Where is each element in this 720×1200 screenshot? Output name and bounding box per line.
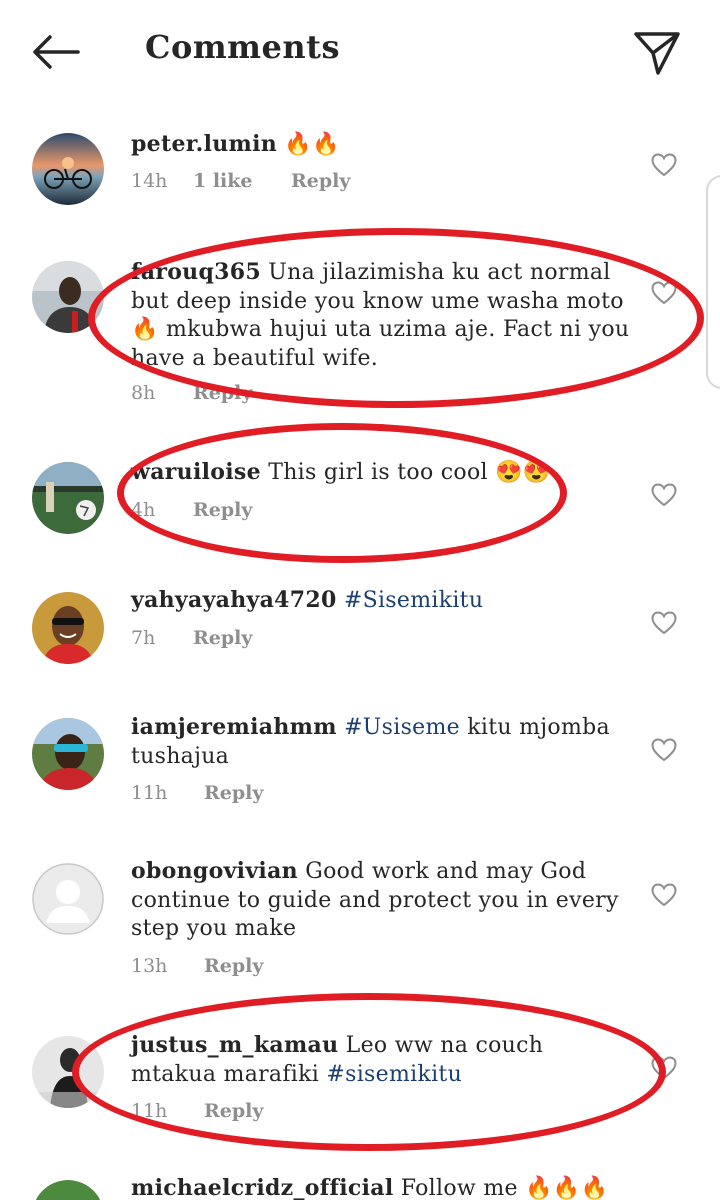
comment-item: farouq365 Una jilazimisha ku act normal …	[0, 258, 720, 408]
reply-button[interactable]: Reply	[204, 955, 263, 977]
reply-button[interactable]: Reply	[193, 382, 252, 404]
reply-button[interactable]: Reply	[193, 627, 252, 649]
comment-text: iamjeremiahmm #Usiseme kitu mjomba tusha…	[131, 714, 610, 769]
hashtag-link[interactable]: #Usiseme	[337, 715, 460, 740]
heart-icon	[651, 153, 677, 177]
comment-text: justus_m_kamau Leo ww na couch mtakua ma…	[131, 1032, 544, 1087]
avatar[interactable]	[32, 261, 104, 333]
avatar[interactable]	[32, 592, 104, 664]
avatar[interactable]	[32, 1180, 104, 1200]
comment-item: justus_m_kamau Leo ww na couch mtakua ma…	[0, 1031, 720, 1131]
like-button[interactable]	[648, 1053, 680, 1083]
comment-time: 11h	[131, 782, 168, 804]
comment-text: farouq365 Una jilazimisha ku act normal …	[131, 259, 630, 371]
comment-meta: 13h Reply	[131, 955, 263, 977]
comment-item: michaelcridz_official Follow me 🔥🔥🔥	[0, 1174, 720, 1200]
like-button[interactable]	[648, 880, 680, 910]
comment-item: waruiloise This girl is too cool 😍😍 4h R…	[0, 458, 720, 548]
comment-username[interactable]: obongovivian	[131, 858, 298, 884]
avatar[interactable]	[32, 863, 104, 935]
hashtag-link[interactable]: #Sisemikitu	[337, 588, 484, 613]
avatar[interactable]	[32, 1036, 104, 1108]
hashtag-link[interactable]: #sisemikitu	[326, 1062, 462, 1087]
comment-username[interactable]: farouq365	[131, 259, 261, 285]
reply-button[interactable]: Reply	[204, 782, 263, 804]
comment-meta: 8h Reply	[131, 382, 252, 404]
comment-username[interactable]: peter.lumin	[131, 131, 277, 157]
page-title: Comments	[145, 28, 340, 66]
comment-time: 14h	[131, 170, 168, 192]
avatar[interactable]	[32, 462, 104, 534]
reply-button[interactable]: Reply	[193, 499, 252, 521]
comment-username[interactable]: justus_m_kamau	[131, 1032, 338, 1058]
comment-username[interactable]: yahyayahya4720	[131, 587, 337, 613]
back-button[interactable]	[30, 28, 82, 76]
comment-username[interactable]: waruiloise	[131, 459, 261, 485]
comment-likes[interactable]: 1 like	[193, 170, 291, 192]
comment-meta: 7h Reply	[131, 627, 252, 649]
arrow-left-icon	[33, 35, 80, 69]
like-button[interactable]	[648, 608, 680, 638]
heart-icon	[651, 611, 677, 635]
comment-item: iamjeremiahmm #Usiseme kitu mjomba tusha…	[0, 713, 720, 813]
comment-username[interactable]: michaelcridz_official	[131, 1175, 393, 1200]
comment-text: waruiloise This girl is too cool 😍😍	[131, 459, 551, 485]
comment-meta: 4h Reply	[131, 499, 252, 521]
like-button[interactable]	[648, 150, 680, 180]
like-button[interactable]	[648, 735, 680, 765]
avatar[interactable]	[32, 133, 104, 205]
comment-text: obongovivian Good work and may God conti…	[131, 858, 619, 941]
like-button[interactable]	[648, 278, 680, 308]
comment-time: 7h	[131, 627, 156, 649]
heart-icon	[651, 883, 677, 907]
heart-icon	[651, 738, 677, 762]
side-panel-handle[interactable]	[706, 175, 720, 389]
comment-text: peter.lumin 🔥🔥	[131, 131, 340, 157]
comment-item: yahyayahya4720 #Sisemikitu 7h Reply	[0, 586, 720, 676]
comment-meta: 11h Reply	[131, 782, 263, 804]
comment-time: 13h	[131, 955, 168, 977]
heart-icon	[651, 281, 677, 305]
reply-button[interactable]: Reply	[204, 1100, 263, 1122]
heart-icon	[651, 1056, 677, 1080]
comment-username[interactable]: iamjeremiahmm	[131, 714, 337, 740]
comment-text: yahyayahya4720 #Sisemikitu	[131, 586, 631, 616]
comment-time: 4h	[131, 499, 156, 521]
comment-time: 8h	[131, 382, 156, 404]
comment-meta: 14h 1 like Reply	[131, 170, 350, 192]
heart-icon	[651, 483, 677, 507]
like-button[interactable]	[648, 480, 680, 510]
avatar[interactable]	[32, 718, 104, 790]
direct-message-button[interactable]	[630, 26, 684, 80]
comment-item: obongovivian Good work and may God conti…	[0, 857, 720, 987]
paper-plane-icon	[634, 32, 680, 75]
comment-time: 11h	[131, 1100, 168, 1122]
comment-item: peter.lumin 🔥🔥 14h 1 like Reply	[0, 130, 720, 220]
reply-button[interactable]: Reply	[291, 170, 350, 192]
header-bar: Comments	[0, 0, 720, 100]
comment-text: michaelcridz_official Follow me 🔥🔥🔥	[131, 1175, 609, 1200]
comment-meta: 11h Reply	[131, 1100, 263, 1122]
